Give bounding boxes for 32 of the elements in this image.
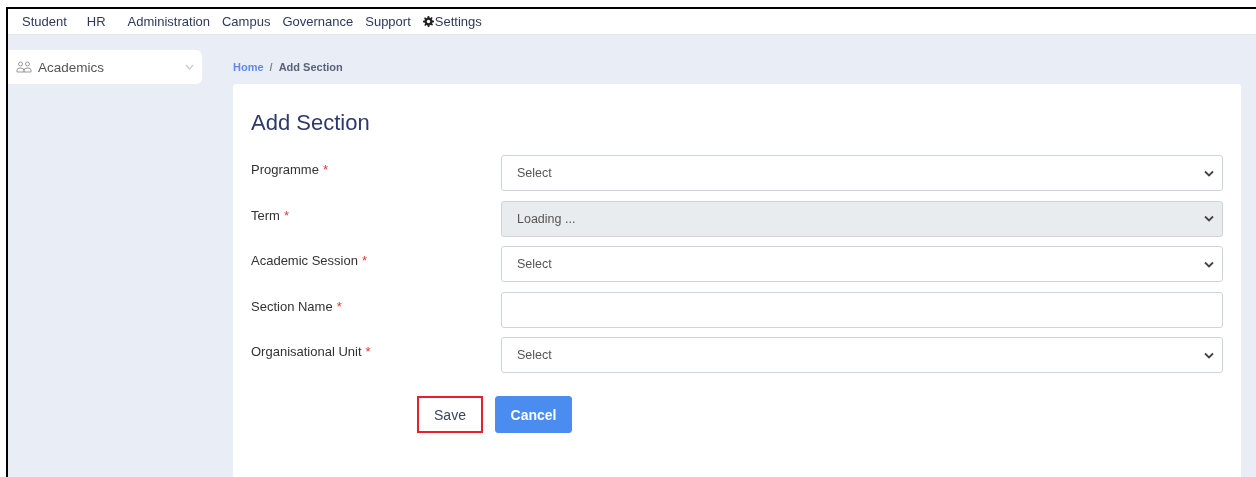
chevron-down-icon: [1204, 351, 1214, 359]
save-button[interactable]: Save: [417, 396, 483, 433]
nav-menu-item[interactable]: Governance: [276, 14, 360, 29]
people-icon: [16, 61, 32, 73]
breadcrumb-separator: /: [269, 61, 273, 73]
gear-icon: [422, 16, 434, 27]
select-field[interactable]: Select: [501, 337, 1223, 373]
text-input-field[interactable]: [501, 291, 1223, 328]
nav-menu-item[interactable]: HR: [80, 14, 112, 29]
required-mark: *: [322, 162, 328, 177]
required-mark: *: [361, 253, 367, 268]
breadcrumb-current: Add Section: [278, 61, 343, 73]
field-label: Section Name: [251, 298, 333, 314]
required-mark: *: [283, 207, 289, 223]
select-field[interactable]: Select: [501, 155, 1223, 191]
nav-menu-item[interactable]: Campus: [216, 14, 277, 29]
nav-menu-item[interactable]: Settings: [416, 14, 488, 29]
chevron-down-icon: [1204, 215, 1214, 222]
nav-menu-item[interactable]: Support: [359, 14, 417, 29]
select-field[interactable]: Select: [501, 246, 1223, 282]
field-label: Organisational Unit: [251, 344, 362, 359]
required-mark: *: [365, 344, 371, 359]
required-mark: *: [336, 298, 342, 314]
nav-menu-item[interactable]: Administration: [121, 14, 216, 29]
sidebar-item[interactable]: Academics: [8, 50, 202, 84]
field-label: Academic Session: [251, 253, 358, 268]
chevron-down-icon: [1204, 260, 1214, 268]
chevron-down-icon: [1204, 169, 1214, 177]
field-label: Programme: [251, 162, 319, 177]
form-title: Add Section: [251, 110, 371, 136]
field-label: Term: [251, 207, 280, 223]
nav-menu-item[interactable]: Student: [16, 14, 73, 29]
